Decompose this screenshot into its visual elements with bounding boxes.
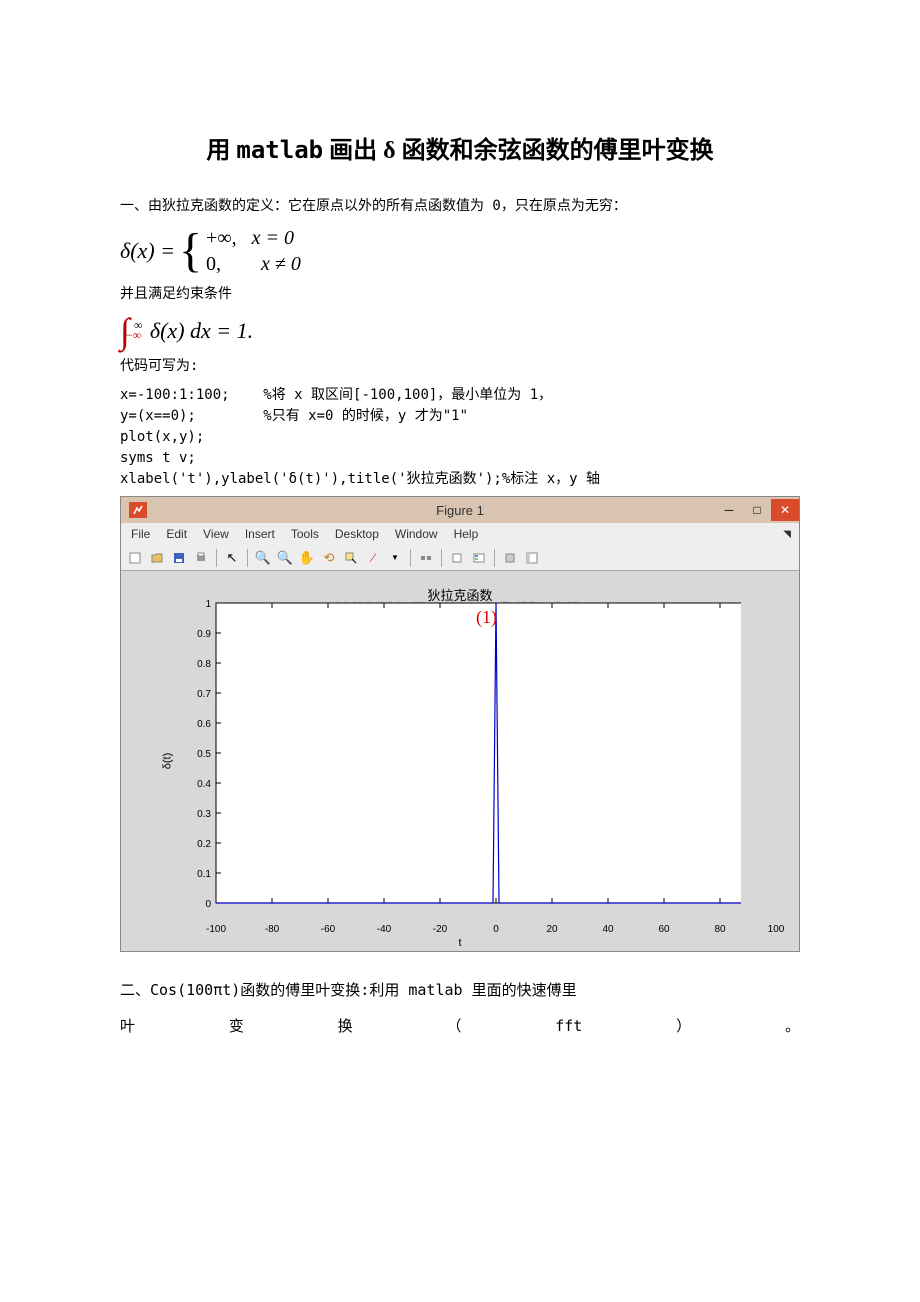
code-label: 代码可写为:	[120, 355, 800, 375]
case-cond: x ≠ 0	[261, 253, 301, 275]
matlab-figure-icon	[129, 502, 147, 518]
window-buttons: ─ □ ✕	[715, 499, 799, 521]
para2-line1: 二、Cos(100πt)函数的傅里叶变换:利用 matlab 里面的快速傅里	[120, 972, 800, 1008]
colorbar-icon[interactable]	[447, 548, 467, 568]
toolbar-separator	[441, 549, 442, 567]
formula-lhs: δ(x) =	[120, 238, 175, 264]
case-value: +∞,	[206, 227, 237, 249]
show-plot-tools-icon[interactable]	[522, 548, 542, 568]
y-axis-label: δ(t)	[161, 753, 173, 770]
menu-insert[interactable]: Insert	[245, 527, 275, 541]
char: 。	[785, 1008, 800, 1044]
code-line: y=(x==0); %只有 x=0 的时候，y 才为"1"	[120, 406, 800, 427]
menu-help[interactable]: Help	[454, 527, 479, 541]
code: x=-100:1:100;	[120, 387, 230, 403]
maximize-button[interactable]: □	[743, 499, 771, 521]
minimize-button[interactable]: ─	[715, 499, 743, 521]
link-icon[interactable]	[416, 548, 436, 568]
code-line: xlabel('t'),ylabel('δ(t)'),title('狄拉克函数'…	[120, 469, 800, 490]
menu-desktop[interactable]: Desktop	[335, 527, 379, 541]
x-tick: 80	[705, 924, 735, 935]
chart-svg	[181, 601, 741, 911]
x-tick: -20	[425, 924, 455, 935]
code-comment: %标注 x，y 轴	[502, 471, 600, 487]
char: ）	[676, 1008, 691, 1044]
code-line: syms t v;	[120, 448, 800, 469]
code: y=(x==0);	[120, 408, 196, 424]
delta-definition-formula: δ(x) = { +∞, x = 0 0, x ≠ 0	[120, 225, 800, 277]
para2-line2: 叶 变 换 （ fft ） 。	[120, 1008, 800, 1044]
case-value: 0,	[206, 253, 221, 275]
page-title: 用 matlab 画出 δ 函数和余弦函数的傅里叶变换	[120, 130, 800, 165]
open-icon[interactable]	[147, 548, 167, 568]
char: 变	[229, 1008, 244, 1044]
toolbar-separator	[247, 549, 248, 567]
char: 叶	[120, 1008, 135, 1044]
x-tick: 40	[593, 924, 623, 935]
zoom-in-icon[interactable]: 🔍	[253, 548, 273, 568]
title-delta: δ	[383, 138, 395, 164]
x-tick: -100	[201, 924, 231, 935]
toolbar-separator	[410, 549, 411, 567]
figure-toolbar: ↖ 🔍 🔍 ✋ ⟲ ⁄ ▼	[121, 545, 799, 571]
case-cond: x = 0	[252, 227, 294, 249]
x-tick: -80	[257, 924, 287, 935]
title-text: 函数和余弦函数的傅里叶变换	[402, 138, 714, 164]
plot-annotation: (1)	[476, 607, 497, 628]
menu-caret-icon[interactable]: ◥	[783, 529, 791, 540]
integral-formula: ∫ ∞ −∞ δ(x) dx = 1.	[120, 313, 800, 349]
pointer-icon[interactable]: ↖	[222, 548, 242, 568]
x-tick: 20	[537, 924, 567, 935]
save-icon[interactable]	[169, 548, 189, 568]
zoom-out-icon[interactable]: 🔍	[275, 548, 295, 568]
toolbar-separator	[216, 549, 217, 567]
legend-icon[interactable]	[469, 548, 489, 568]
char: fft	[555, 1008, 582, 1044]
intro-paragraph: 一、由狄拉克函数的定义：它在原点以外的所有点函数值为 0，只在原点为无穷：	[120, 195, 800, 215]
code-line: x=-100:1:100; %将 x 取区间[-100,100]，最小单位为 1…	[120, 385, 800, 406]
x-tick: 100	[761, 924, 791, 935]
plot-area: www.zixw.com.cn 狄拉克函数 (1) δ(t) t 1 0.9 0…	[121, 571, 799, 951]
title-text: 画出	[329, 138, 377, 164]
brush-icon[interactable]: ⁄	[363, 548, 383, 568]
menu-edit[interactable]: Edit	[166, 527, 187, 541]
char: 换	[338, 1008, 353, 1044]
title-text: 用	[206, 138, 230, 164]
code-line: plot(x,y);	[120, 427, 800, 448]
code: xlabel('t'),ylabel('δ(t)'),title('狄拉克函数'…	[120, 471, 502, 487]
x-tick: -40	[369, 924, 399, 935]
close-button[interactable]: ✕	[771, 499, 799, 521]
x-tick: 60	[649, 924, 679, 935]
figure-window-title: Figure 1	[436, 503, 484, 518]
x-axis-label: t	[458, 937, 461, 949]
menu-tools[interactable]: Tools	[291, 527, 319, 541]
toolbar-separator	[494, 549, 495, 567]
code-comment: %将 x 取区间[-100,100]，最小单位为 1，	[263, 387, 552, 403]
integral-lower: −∞	[126, 317, 141, 353]
code-comment: %只有 x=0 的时候，y 才为"1"	[263, 408, 468, 424]
new-figure-icon[interactable]	[125, 548, 145, 568]
hide-plot-tools-icon[interactable]	[500, 548, 520, 568]
title-matlab: matlab	[236, 136, 323, 164]
menu-file[interactable]: File	[131, 527, 150, 541]
left-brace: {	[179, 227, 202, 275]
menu-window[interactable]: Window	[395, 527, 438, 541]
integral-body: δ(x) dx = 1.	[150, 318, 253, 344]
menu-view[interactable]: View	[203, 527, 229, 541]
x-tick: 0	[481, 924, 511, 935]
constraint-label: 并且满足约束条件	[120, 283, 800, 303]
formula-cases: +∞, x = 0 0, x ≠ 0	[206, 225, 301, 277]
char: （	[446, 1008, 461, 1044]
figure-title-bar: Figure 1 ─ □ ✕	[121, 497, 799, 523]
paragraph-2: 二、Cos(100πt)函数的傅里叶变换:利用 matlab 里面的快速傅里 叶…	[120, 972, 800, 1044]
rotate-icon[interactable]: ⟲	[319, 548, 339, 568]
print-icon[interactable]	[191, 548, 211, 568]
data-cursor-icon[interactable]	[341, 548, 361, 568]
dropdown-icon[interactable]: ▼	[385, 548, 405, 568]
matlab-figure-window: Figure 1 ─ □ ✕ File Edit View Insert Too…	[120, 496, 800, 952]
pan-icon[interactable]: ✋	[297, 548, 317, 568]
menu-bar: File Edit View Insert Tools Desktop Wind…	[121, 523, 799, 545]
x-tick: -60	[313, 924, 343, 935]
